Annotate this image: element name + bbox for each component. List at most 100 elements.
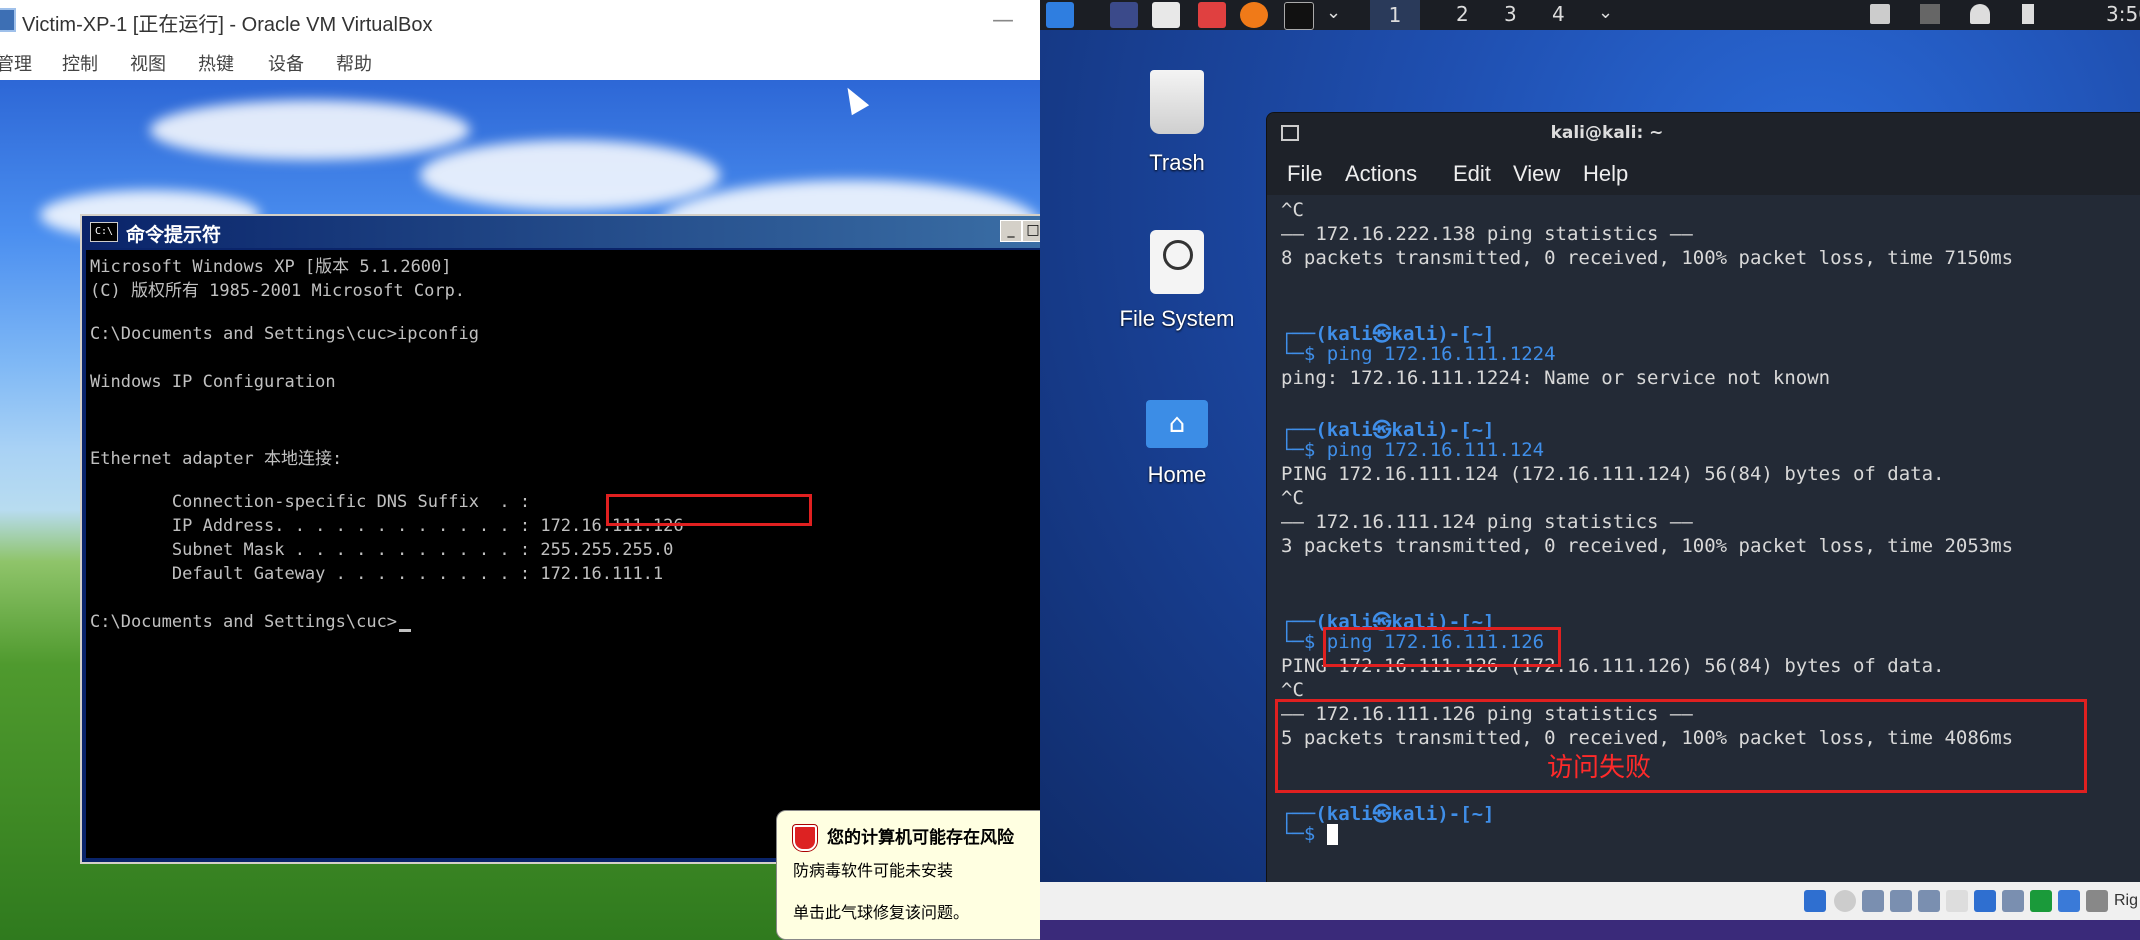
ip-address-highlight: [606, 494, 812, 526]
menu-hotkey[interactable]: 热键: [198, 50, 234, 76]
workspace-2[interactable]: 2: [1456, 2, 1469, 26]
menu-devices[interactable]: 设备: [268, 50, 304, 76]
terminal-output[interactable]: ^C —— 172.16.222.138 ping statistics —— …: [1267, 195, 2140, 883]
keyboard-icon[interactable]: [2086, 890, 2108, 912]
shared-folders-icon[interactable]: [1946, 890, 1968, 912]
xp-desktop[interactable]: C:\ 命令提示符 _ □ Microsoft Windows XP [版本 5…: [0, 80, 1040, 940]
cmd-window: C:\ 命令提示符 _ □ Microsoft Windows XP [版本 5…: [80, 214, 1040, 864]
workspace-1[interactable]: 1: [1370, 0, 1420, 30]
display-icon[interactable]: [1870, 4, 1890, 24]
show-desktop-icon[interactable]: [1110, 2, 1138, 28]
vbox-title: Victim-XP-1 [正在运行] - Oracle VM VirtualBo…: [22, 14, 433, 36]
optical-drive-icon[interactable]: [1834, 890, 1856, 912]
shield-warning-icon: [793, 825, 817, 851]
terminal-icon[interactable]: [1284, 2, 1314, 30]
text-editor-icon[interactable]: [1198, 2, 1226, 28]
menu-edit[interactable]: Edit: [1453, 161, 1491, 187]
desktop-icon-filesystem[interactable]: File System: [1112, 230, 1242, 332]
ping-command-highlight: [1323, 627, 1561, 667]
notification-bell-icon[interactable]: [1970, 4, 1990, 24]
minimize-button[interactable]: —: [992, 8, 1014, 33]
balloon-text: 单击此气球修复该问题。: [793, 903, 970, 922]
file-manager-icon[interactable]: [1152, 2, 1180, 28]
balloon-title: 您的计算机可能存在风险: [827, 828, 1014, 848]
battery-icon[interactable]: [2022, 4, 2034, 24]
bottom-taskbar[interactable]: [1040, 920, 2140, 940]
cmd-cursor: [399, 629, 412, 632]
cmd-icon: C:\: [90, 222, 118, 242]
trash-icon: [1150, 70, 1204, 134]
cmd-line: C:\Documents and Settings\cuc>ipconfig: [90, 324, 479, 344]
vbox-menubar: 管理 控制 视图 热键 设备 帮助: [0, 40, 1040, 80]
terminal-line: ^C: [1281, 487, 1304, 509]
cmd-prompt: C:\Documents and Settings\cuc>: [90, 612, 398, 632]
terminal-prompt-header: ┌──(kali㉿kali)-[~]: [1281, 803, 1495, 825]
terminal-line: ^C: [1281, 199, 1304, 221]
workspace-3[interactable]: 3: [1504, 2, 1517, 26]
cmd-titlebar[interactable]: C:\ 命令提示符 _ □: [82, 216, 1040, 248]
menu-view[interactable]: View: [1513, 161, 1560, 187]
cmd-title: 命令提示符: [126, 224, 222, 246]
menu-manage[interactable]: 管理: [0, 50, 32, 76]
terminal-prompt-header: ┌──(kali㉿kali)-[~]: [1281, 323, 1495, 345]
home-folder-icon: ⌂: [1146, 400, 1208, 448]
cpu-icon[interactable]: [2030, 890, 2052, 912]
terminal-titlebar[interactable]: kali@kali: ~: [1267, 113, 2140, 155]
terminal-line: ping: 172.16.111.1224: Name or service n…: [1281, 367, 1831, 389]
chevron-down-icon[interactable]: ⌄: [1326, 2, 1341, 23]
kali-desktop[interactable]: ⌄ 1 2 3 4 ⌄ 3:50 Trash File System ⌂ Hom…: [1040, 0, 2140, 940]
terminal-prompt-header: ┌──(kali㉿kali)-[~]: [1281, 419, 1495, 441]
menu-help[interactable]: Help: [1583, 161, 1628, 187]
terminal-menubar: File Actions Edit View Help: [1267, 155, 2140, 195]
host-key-label: Rig: [2114, 892, 2139, 909]
clock[interactable]: 3:50: [2106, 2, 2140, 26]
mouse-integration-icon[interactable]: [2058, 890, 2080, 912]
menu-view[interactable]: 视图: [130, 50, 166, 76]
cmd-line: Ethernet adapter 本地连接:: [90, 449, 343, 469]
terminal-line: 3 packets transmitted, 0 received, 100% …: [1281, 535, 2014, 557]
usb-icon[interactable]: [1918, 890, 1940, 912]
virtualbox-icon: [0, 8, 16, 32]
menu-control[interactable]: 控制: [62, 50, 98, 76]
cmd-maximize-button[interactable]: □: [1022, 220, 1040, 242]
desktop-icon-label: Home: [1147, 462, 1207, 487]
cmd-line: Subnet Mask . . . . . . . . . . . : 255.…: [90, 540, 674, 560]
chevron-down-icon[interactable]: ⌄: [1598, 2, 1613, 23]
terminal-window: kali@kali: ~ File Actions Edit View Help…: [1266, 112, 2140, 884]
cmd-line: Windows IP Configuration: [90, 372, 336, 392]
workspace-4[interactable]: 4: [1552, 2, 1565, 26]
network-icon[interactable]: [1890, 890, 1912, 912]
security-balloon[interactable]: 您的计算机可能存在风险 防病毒软件可能未安装 单击此气球修复该问题。: [776, 810, 1040, 940]
virtualbox-window: Victim-XP-1 [正在运行] - Oracle VM VirtualBo…: [0, 0, 1040, 940]
terminal-line: PING 172.16.111.124 (172.16.111.124) 56(…: [1281, 463, 1945, 485]
desktop-icon-trash[interactable]: Trash: [1112, 70, 1242, 176]
terminal-line: ^C: [1281, 679, 1304, 701]
drive-icon: [1150, 230, 1204, 294]
cloud: [150, 100, 470, 160]
cmd-minimize-button[interactable]: _: [1000, 220, 1022, 242]
top-panel: ⌄ 1 2 3 4 ⌄ 3:50: [1040, 0, 2140, 30]
terminal-command: └─$ ping 172.16.111.124: [1281, 439, 1545, 461]
menu-file[interactable]: File: [1287, 161, 1322, 187]
balloon-text: 防病毒软件可能未安装: [793, 861, 954, 880]
volume-muted-icon[interactable]: [1920, 4, 1940, 24]
menu-actions[interactable]: Actions: [1345, 161, 1417, 187]
cmd-line: Default Gateway . . . . . . . . . : 172.…: [90, 564, 664, 584]
mouse-pointer-icon: [838, 82, 870, 116]
cmd-line: (C) 版权所有 1985-2001 Microsoft Corp.: [90, 281, 466, 301]
kali-menu-icon[interactable]: [1046, 2, 1074, 28]
vbox-status-bar: Rig: [1040, 882, 2140, 920]
terminal-line: 8 packets transmitted, 0 received, 100% …: [1281, 247, 2014, 269]
audio-icon[interactable]: [1862, 890, 1884, 912]
recording-icon[interactable]: [2002, 890, 2024, 912]
firefox-icon[interactable]: [1240, 2, 1268, 28]
hdd-icon[interactable]: [1804, 890, 1826, 912]
display-icon[interactable]: [1974, 890, 1996, 912]
menu-help[interactable]: 帮助: [336, 50, 372, 76]
cmd-console[interactable]: Microsoft Windows XP [版本 5.1.2600] (C) 版…: [86, 250, 1040, 858]
desktop-icon-home[interactable]: ⌂ Home: [1112, 400, 1242, 488]
vbox-titlebar[interactable]: Victim-XP-1 [正在运行] - Oracle VM VirtualBo…: [0, 0, 1040, 40]
cmd-line: Connection-specific DNS Suffix . :: [90, 492, 531, 512]
cmd-line: Microsoft Windows XP [版本 5.1.2600]: [90, 257, 452, 277]
terminal-title: kali@kali: ~: [1550, 123, 1664, 143]
